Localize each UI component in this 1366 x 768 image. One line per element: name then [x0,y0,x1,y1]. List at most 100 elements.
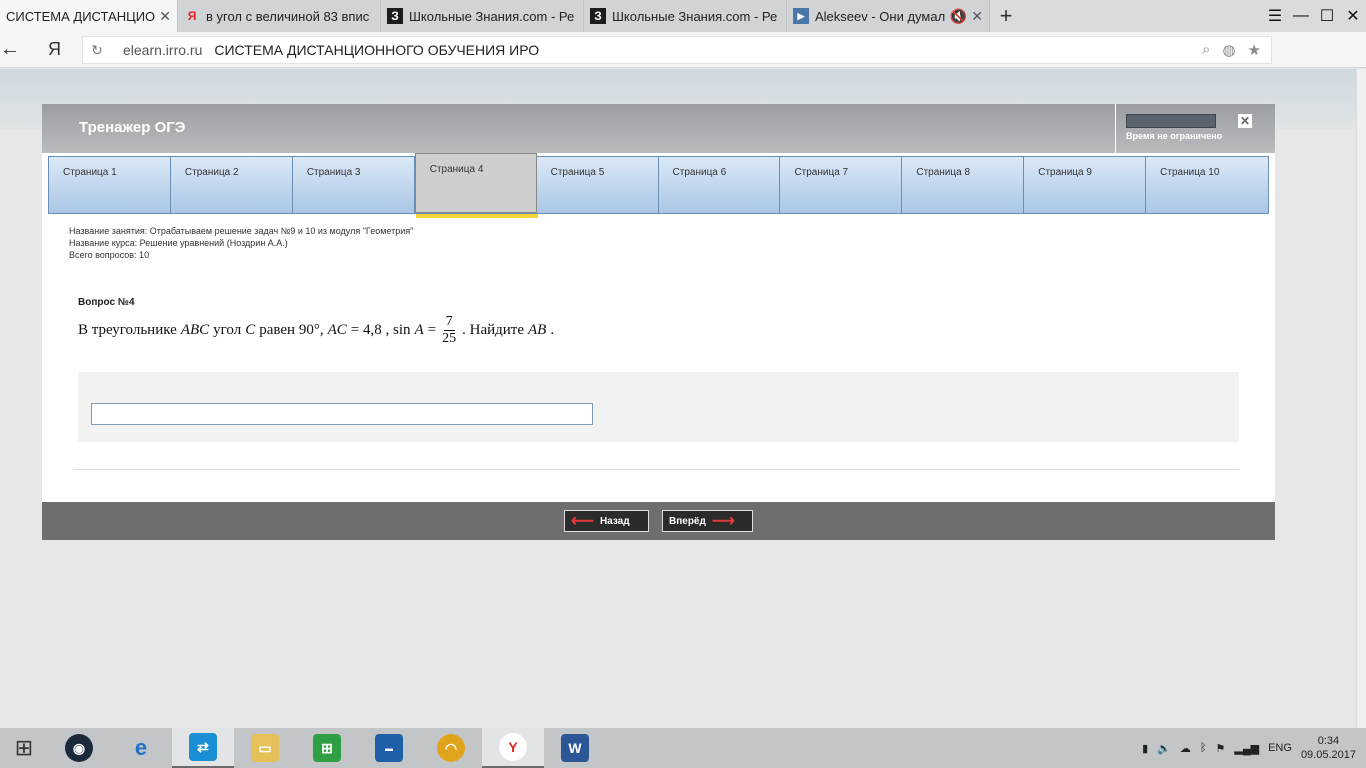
tab-page-1[interactable]: Страница 1 [49,157,171,213]
taskbar-app[interactable]: ◉ [48,728,110,768]
taskbar-app[interactable]: ▭ [234,728,296,768]
browser-tab[interactable]: ▶ Alekseev - Они думал 🔇 ✕ [787,0,990,32]
maximize-icon[interactable]: ☐ [1314,6,1340,26]
clock-time: 0:34 [1317,735,1340,747]
question-var: A [414,322,424,338]
store-icon: ⊞ [313,734,341,762]
tab-page-4[interactable]: Страница 4 [414,153,538,218]
eye-app-icon: ◉ [65,734,93,762]
back-arrow-icon[interactable]: ← [0,38,20,61]
tab-page-9[interactable]: Страница 9 [1024,157,1147,213]
language-indicator[interactable]: ENG [1268,742,1292,754]
web-page: Тренажер ОГЭ Время не ограничено ✕ Стран… [0,69,1356,729]
taskbar-app[interactable]: Y [482,728,544,768]
timer-bar [1126,114,1216,128]
page-tabs: Страница 1 Страница 2 Страница 3 Страниц… [48,153,1269,218]
windows-start-icon[interactable]: ⊞ [0,728,48,768]
clock-date: 09.05.2017 [1300,749,1356,761]
yandex-browser-icon: Y [499,733,527,761]
search-icon[interactable]: ⌕ [1202,41,1210,59]
answer-input[interactable] [91,403,593,425]
close-window-icon[interactable]: ✕ [1340,6,1366,26]
question-count: Всего вопросов: 10 [69,250,150,260]
arrow-right-icon: ⟶ [711,513,735,530]
lesson-name: Название занятия: Отрабатываем решение з… [69,226,414,236]
yandex-logo-icon[interactable]: Я [48,39,61,60]
browser-tab[interactable]: Я в угол с величиной 83 впис [178,0,381,32]
tab-page-10[interactable]: Страница 10 [1146,157,1269,213]
globe-icon[interactable]: ◍ [1222,41,1235,59]
address-bar-row: ← Я ↻ elearn.irro.ru СИСТЕМА ДИСТАНЦИОНН… [0,32,1366,92]
network-icon[interactable]: ▮ [1142,742,1148,755]
question-part: . Найдите [462,322,525,338]
course-name: Название курса: Решение уравнений (Ноздр… [69,238,288,248]
flag-icon[interactable]: ⚑ [1216,742,1226,755]
new-tab-button[interactable]: + [990,0,1022,32]
znania-icon: З [590,8,606,24]
question-var: AB [528,322,547,338]
tab-page-6[interactable]: Страница 6 [658,157,781,213]
tab-close-icon[interactable]: ✕ [971,8,983,25]
taskbar-app[interactable]: ▬ [358,728,420,768]
window-controls: ☰ — ☐ ✕ [1262,0,1366,32]
clock[interactable]: 0:34 09.05.2017 [1301,734,1356,762]
trainer-panel: Тренажер ОГЭ Время не ограничено ✕ Стран… [42,104,1275,540]
fraction: 7 25 [442,314,456,347]
timer-label: Время не ограничено [1126,131,1223,141]
tab-page-8[interactable]: Страница 8 [902,157,1025,213]
url-page-title: СИСТЕМА ДИСТАНЦИОННОГО ОБУЧЕНИЯ ИРО [214,42,540,58]
tab-title: Школьные Знания.com - Ре [612,8,778,24]
system-tray: ▮ 🔈 ☁ ᛒ ⚑ ▂▄▆ ENG 0:34 09.05.2017 [1142,728,1366,768]
tab-title: в угол с величиной 83 впис [206,8,370,24]
arrow-left-icon: ⟵ [571,513,594,530]
tab-page-5[interactable]: Страница 5 [536,157,659,213]
lesson-info: Название занятия: Отрабатываем решение з… [69,225,413,261]
question-part: = 4,8 , sin [350,322,411,338]
tab-page-7[interactable]: Страница 7 [780,157,903,213]
tab-page-3[interactable]: Страница 3 [292,157,415,213]
timer-panel: Время не ограничено ✕ [1115,104,1275,153]
browser-tab[interactable]: З Школьные Знания.com - Ре [584,0,787,32]
volume-icon[interactable]: 🔈 [1157,742,1171,755]
browser-tab-strip: СИСТЕМА ДИСТАНЦИОН ✕ Я в угол с величино… [0,0,1366,32]
question-part: В треугольнике [78,322,177,338]
tab-close-icon[interactable]: ✕ [159,8,171,25]
star-icon[interactable]: ★ [1248,41,1261,59]
minimize-icon[interactable]: — [1288,7,1314,25]
back-button[interactable]: ⟵ Назад [564,510,649,532]
tab-title: Alekseev - Они думал [815,8,946,24]
taskbar-app[interactable]: e [110,728,172,768]
question-var: ABC [180,322,210,338]
cloud-icon[interactable]: ☁ [1180,742,1191,755]
word-icon: W [561,734,589,762]
forward-label: Вперёд [669,515,706,527]
tab-title: Школьные Знания.com - Ре [409,8,575,24]
bluetooth-icon[interactable]: ᛒ [1200,742,1207,754]
page-scrollbar[interactable] [1356,69,1366,729]
taskbar-app[interactable]: ⊞ [296,728,358,768]
answer-area [78,372,1239,442]
znania-icon: З [387,8,403,24]
taskbar-app[interactable]: ◠ [420,728,482,768]
browser-tab[interactable]: З Школьные Знания.com - Ре [381,0,584,32]
tab-title: СИСТЕМА ДИСТАНЦИОН [6,8,156,24]
mute-icon[interactable]: 🔇 [950,8,967,25]
trainer-title: Тренажер ОГЭ [79,119,186,136]
menu-icon[interactable]: ☰ [1262,6,1288,26]
lenovo-icon: ▬ [375,734,403,762]
forward-button[interactable]: Вперёд ⟶ [662,510,753,532]
tab-page-2[interactable]: Страница 2 [170,157,293,213]
taskbar-app[interactable]: ⇄ [172,728,234,768]
signal-icon[interactable]: ▂▄▆ [1234,742,1259,755]
trainer-footer: ⟵ Назад Вперёд ⟶ [42,502,1275,540]
browser-tab-active[interactable]: СИСТЕМА ДИСТАНЦИОН ✕ [0,0,178,32]
question-heading: Вопрос №4 [78,297,135,308]
address-bar[interactable]: ↻ elearn.irro.ru СИСТЕМА ДИСТАНЦИОННОГО … [82,36,1272,64]
question-var: AC [327,322,347,338]
reload-icon[interactable]: ↻ [83,42,111,59]
taskbar: ⊞ ◉ e ⇄ ▭ ⊞ ▬ ◠ Y W ▮ 🔈 ☁ ᛒ ⚑ ▂▄▆ ENG 0:… [0,728,1366,768]
question-part: = [427,322,437,338]
close-icon[interactable]: ✕ [1238,114,1252,128]
question-part: равен 90°, [259,322,324,338]
taskbar-app[interactable]: W [544,728,606,768]
